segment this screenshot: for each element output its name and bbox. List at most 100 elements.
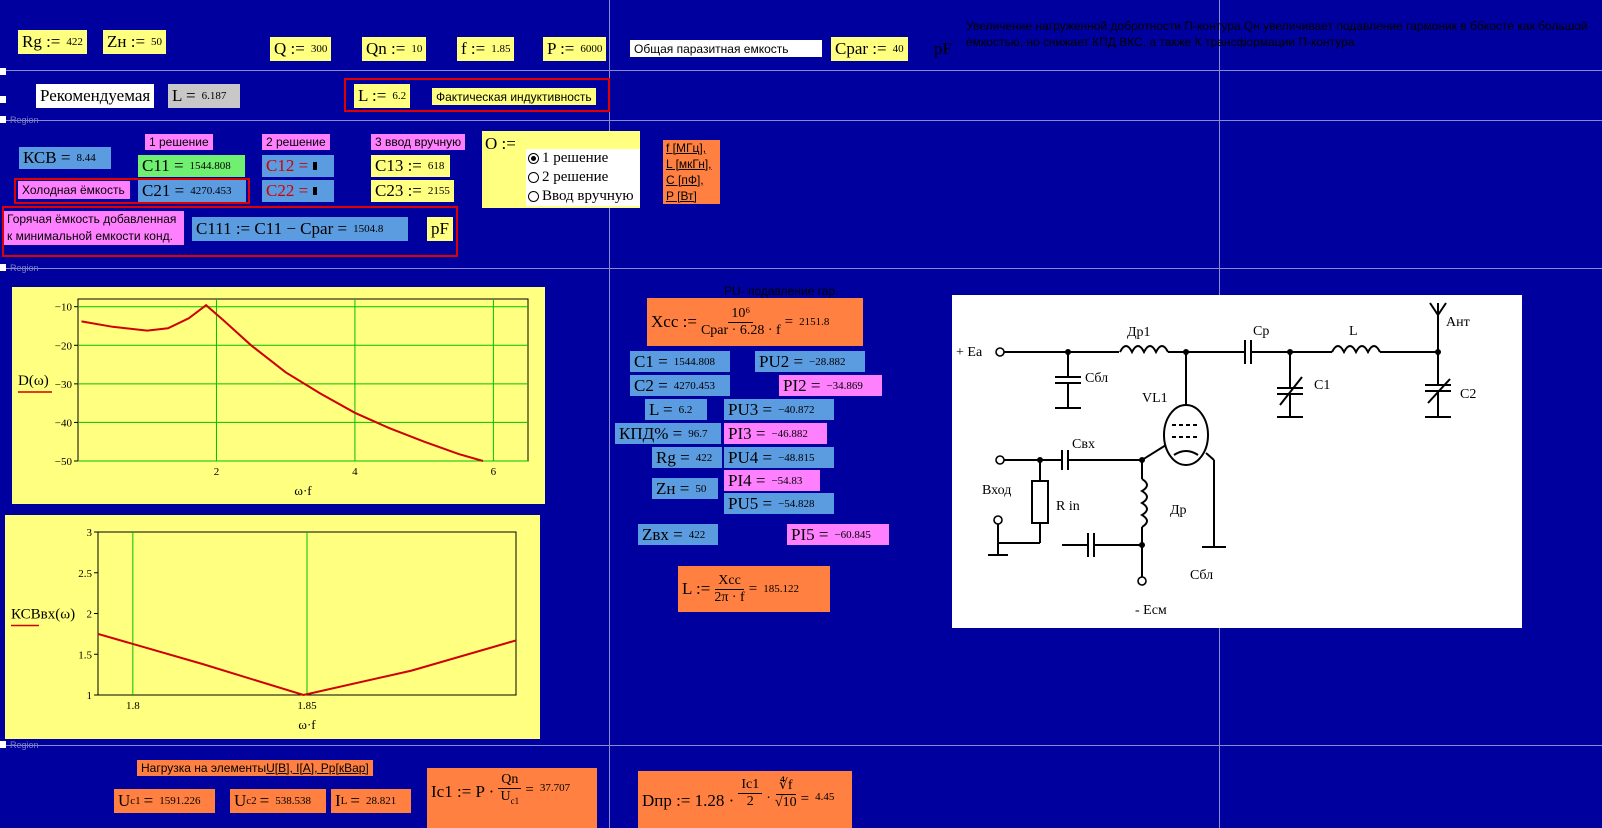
l-result-label: L = <box>649 399 673 419</box>
cpar-value: 40 <box>892 43 904 55</box>
x-axis-label: ω·f <box>298 717 316 732</box>
c22-result: C22 = <box>262 180 334 202</box>
sbl1-label: Cбл <box>1085 371 1108 386</box>
solution-3-label: 3 ввод вручную <box>371 134 466 150</box>
cpar-note: Общая паразитная емкость <box>630 40 822 57</box>
region-divider-4 <box>0 745 1602 746</box>
c2-result: C2 = 4270.453 <box>630 375 730 396</box>
y-tick-label: 3 <box>87 527 93 539</box>
pi5-value: −60.845 <box>834 528 871 541</box>
rin-label: R in <box>1056 499 1080 514</box>
c22-label: C22 = <box>266 181 309 200</box>
qn-input[interactable]: Qn := 10 <box>362 37 427 61</box>
pu2-result: PU2 = −28.882 <box>755 351 865 372</box>
collapse-region-icon-2[interactable] <box>0 264 6 271</box>
pu4-value: −48.815 <box>778 451 815 464</box>
ic1-value: 37.707 <box>539 782 571 794</box>
qn-value: 10 <box>411 43 423 55</box>
pi4-value: −54.83 <box>771 474 803 487</box>
pu4-result: PU4 = −48.815 <box>724 447 834 468</box>
zvx-result: Zвх = 422 <box>638 524 718 545</box>
chart-2-panel[interactable]: 1.8 1.85 3 2.5 2 1.5 1 КСВвх(ω) ω·f <box>5 515 540 739</box>
xcc-value: 2151.8 <box>799 316 830 328</box>
c1-value: 1544.808 <box>673 355 715 368</box>
p-input[interactable]: P := 6000 <box>543 37 607 61</box>
c11-result: C11 = 1544.808 <box>138 155 245 177</box>
zn-input[interactable]: Zн := 50 <box>103 30 167 54</box>
c13-input[interactable]: C13 := 618 <box>371 155 450 177</box>
region-marker-2[interactable] <box>0 96 6 103</box>
c13-label: C13 := <box>375 156 422 175</box>
cp-label: Ср <box>1253 324 1269 339</box>
region-label-3: Region <box>10 740 39 750</box>
y-tick-label: −50 <box>55 456 73 468</box>
dnp-root-denominator: √10 <box>774 795 797 810</box>
c23-input[interactable]: C23 := 2155 <box>371 180 454 202</box>
dnp-denominator: 2 <box>746 794 754 809</box>
il-sub: L <box>340 795 348 807</box>
option-radio-3[interactable]: Ввод вручную <box>526 187 640 206</box>
option-panel: O := 1 решение 2 решение Ввод вручную <box>482 131 640 208</box>
chart-ksv-omega[interactable]: 1.8 1.85 3 2.5 2 1.5 1 КСВвх(ω) ω·f <box>5 515 540 739</box>
l-set-input[interactable]: L := 6.2 <box>354 84 411 108</box>
ksv-value: 8.44 <box>76 152 96 164</box>
region-marker-1[interactable] <box>0 68 6 75</box>
pu3-value: −40.872 <box>778 403 815 416</box>
q-input[interactable]: Q := 300 <box>270 37 332 61</box>
p-value: 6000 <box>580 43 603 55</box>
zn-label: Zн := <box>107 32 146 51</box>
pi5-result: PI5 = −60.845 <box>787 524 889 545</box>
pu2-label: PU2 = <box>759 351 804 371</box>
chart-d-omega[interactable]: 2 4 6 −10 −20 −30 −40 −50 D(ω) ω·f <box>12 287 545 504</box>
chart-1-panel[interactable]: 2 4 6 −10 −20 −30 −40 −50 D(ω) ω·f <box>12 287 545 504</box>
option-radio-group[interactable]: 1 решение 2 решение Ввод вручную <box>526 149 640 206</box>
cpar-unit: pF <box>934 39 952 58</box>
f-label: f := <box>461 39 486 58</box>
zn-result-label: Zн = <box>656 478 690 498</box>
il-eq: = <box>350 791 360 810</box>
cvx-label: Свх <box>1072 437 1095 452</box>
vertical-guide-line <box>609 0 610 828</box>
pi3-result: PI3 = −46.882 <box>724 423 827 444</box>
collapse-region-icon-3[interactable] <box>0 741 6 748</box>
ic1-numerator: Qn <box>498 772 522 789</box>
il-result: IL = 28.821 <box>331 789 411 813</box>
uc2-result: Uc2 = 538.538 <box>230 789 326 813</box>
rg-input[interactable]: Rg := 422 <box>18 30 87 54</box>
solution-1-label: 1 решение <box>145 134 213 150</box>
c11-label: C11 = <box>142 156 184 175</box>
ic1-formula: Ic1 := P · Qn Uc1 = 37.707 <box>427 768 597 828</box>
pi3-label: PI3 = <box>728 423 766 443</box>
unit-l: L [мкГн], <box>666 157 712 171</box>
y-tick-label: −10 <box>55 302 73 314</box>
ic1-label: Ic1 := P · <box>431 782 495 801</box>
p-label: P := <box>547 39 575 58</box>
pi4-result: PI4 = −54.83 <box>724 470 820 491</box>
c21-value: 4270.453 <box>190 185 232 197</box>
c111-value: 1504.8 <box>353 223 384 235</box>
dnp-numerator: Ic1 <box>738 777 763 794</box>
circuit-schematic: + Eа Др1 Ср L Ант Cбл C1 C2 VL1 Свх Вход… <box>952 295 1522 628</box>
rg-result: Rg = 422 <box>652 447 722 468</box>
pi4-label: PI4 = <box>728 470 766 490</box>
kpd-value: 96.7 <box>688 427 708 440</box>
cpar-input[interactable]: Cpar := 40 <box>831 37 908 61</box>
option-3-text: Ввод вручную <box>542 188 634 204</box>
radio-selected-icon <box>528 153 539 164</box>
option-label: O := <box>485 134 516 153</box>
option-radio-1[interactable]: 1 решение <box>526 149 640 168</box>
plot-frame <box>77 298 529 462</box>
antenna-label: Ант <box>1446 315 1470 330</box>
collapse-region-icon[interactable] <box>0 116 6 123</box>
option-radio-2[interactable]: 2 решение <box>526 168 640 187</box>
y-tick-label: 1.5 <box>78 649 92 661</box>
f-value: 1.85 <box>491 43 511 55</box>
c12-result: C12 = <box>262 155 334 177</box>
dr1-label: Др1 <box>1127 325 1151 340</box>
dnp-formula: Dпр := 1.28 · Ic1 2 · ∜f √10 = 4.45 <box>638 771 852 828</box>
rg-label: Rg := <box>22 32 61 51</box>
units-legend: f [МГц], L [мкГн], C [пФ], P [Вт] <box>663 140 720 204</box>
f-input[interactable]: f := 1.85 <box>457 37 515 61</box>
pi2-value: −34.869 <box>826 379 863 392</box>
pi3-value: −46.882 <box>771 427 808 440</box>
